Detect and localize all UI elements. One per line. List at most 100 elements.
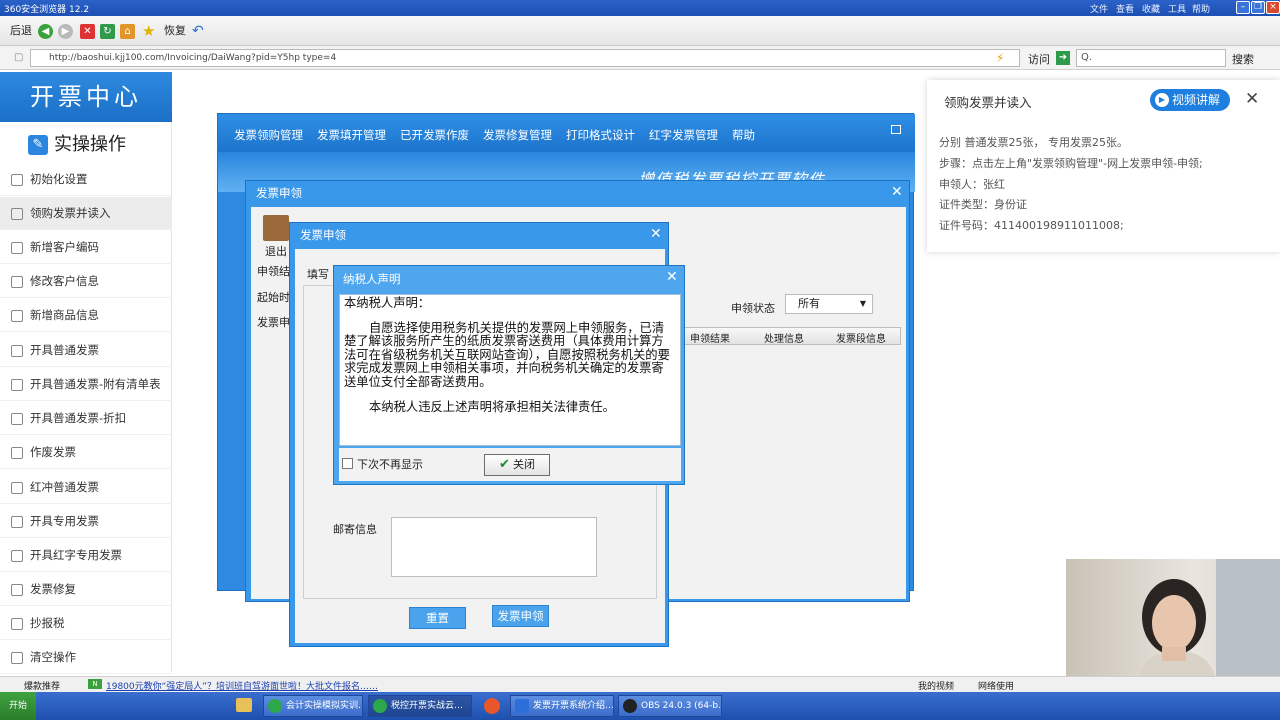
app-menu-fill[interactable]: 发票填开管理 bbox=[317, 127, 386, 143]
start-button[interactable]: 开始 bbox=[0, 692, 36, 720]
brand-title: 开票中心 bbox=[0, 72, 172, 122]
maximize-icon[interactable] bbox=[891, 125, 901, 134]
app-icon[interactable] bbox=[484, 698, 500, 714]
sidebar-item-purchase-invoices[interactable]: 领购发票并读入 bbox=[0, 197, 172, 230]
task-tax-control[interactable]: 税控开票实战云… bbox=[368, 695, 472, 717]
menu-view[interactable]: 查看 bbox=[1116, 2, 1134, 15]
sidebar-item-issue-red-special[interactable]: 开具红字专用发票 bbox=[0, 539, 172, 572]
back-label[interactable]: 后退 bbox=[10, 23, 32, 39]
sidebar-item-issue-special[interactable]: 开具专用发票 bbox=[0, 505, 172, 538]
visit-button[interactable]: 访问 bbox=[1028, 51, 1050, 67]
sidebar-item-label: 抄报税 bbox=[30, 616, 65, 630]
sidebar-item-new-customer[interactable]: 新增客户编码 bbox=[0, 231, 172, 264]
dont-show-label[interactable]: 下次不再显示 bbox=[357, 456, 423, 472]
sidebar-item-label: 清空操作 bbox=[30, 650, 76, 664]
menu-help[interactable]: 帮助 bbox=[1192, 2, 1210, 15]
app-menu-print[interactable]: 打印格式设计 bbox=[566, 127, 635, 143]
minimize-icon[interactable]: – bbox=[1236, 1, 1250, 14]
product-icon bbox=[11, 310, 23, 322]
word-icon bbox=[515, 699, 529, 713]
dont-show-checkbox[interactable] bbox=[342, 458, 353, 469]
sidebar: 开票中心 ✎ 实操操作 初始化设置 领购发票并读入 新增客户编码 修改客户信息 新… bbox=[0, 72, 172, 674]
page-icon: ▢ bbox=[14, 52, 24, 63]
task-label: 发票开票系统介绍… bbox=[533, 701, 614, 711]
exit-icon[interactable] bbox=[263, 215, 289, 241]
folder-icon[interactable] bbox=[236, 698, 252, 712]
panel-line-applicant: 申领人：张红 bbox=[939, 178, 1005, 191]
close-icon[interactable]: ✕ bbox=[666, 269, 678, 285]
presenter-silhouette bbox=[1136, 559, 1280, 693]
statusbar-recommend[interactable]: 爆款推荐 bbox=[24, 679, 60, 692]
refresh-icon[interactable]: ↻ bbox=[100, 23, 115, 39]
sidebar-item-clear[interactable]: 清空操作 bbox=[0, 641, 172, 674]
status-select[interactable]: 所有 ▼ bbox=[785, 294, 873, 314]
browser-titlebar: 360安全浏览器 12.2 文件 查看 收藏 工具 帮助 – ❐ × bbox=[0, 0, 1280, 16]
dialog-title: 发票申领 bbox=[300, 228, 346, 242]
stop-icon[interactable]: ✕ bbox=[80, 23, 95, 39]
sidebar-item-issue-normal[interactable]: 开具普通发票 bbox=[0, 334, 172, 367]
exit-label[interactable]: 退出 bbox=[265, 243, 287, 259]
search-input[interactable]: Q. bbox=[1076, 49, 1226, 67]
close-button[interactable]: ✔ 关闭 bbox=[484, 454, 550, 476]
sidebar-item-new-product[interactable]: 新增商品信息 bbox=[0, 299, 172, 332]
task-accounting[interactable]: 会计实操模拟实训… bbox=[263, 695, 363, 717]
reset-button[interactable]: 重置 bbox=[409, 607, 466, 629]
back-icon[interactable]: ◀ bbox=[38, 23, 53, 39]
app-menu-repair[interactable]: 发票修复管理 bbox=[483, 127, 552, 143]
menu-tools[interactable]: 工具 bbox=[1168, 2, 1186, 15]
sidebar-item-label: 开具红字专用发票 bbox=[30, 548, 122, 562]
taxpayer-statement-dialog: 纳税人声明 ✕ 本纳税人声明： 自愿选择使用税务机关提供的发票网上申领服务，已清… bbox=[333, 265, 685, 485]
app-menu-red[interactable]: 红字发票管理 bbox=[649, 127, 718, 143]
forward-icon[interactable]: ▶ bbox=[58, 23, 73, 39]
mail-info-label: 邮寄信息 bbox=[333, 523, 377, 536]
address-bar: ▢ http://baoshui.kjj100.com/Invoicing/Da… bbox=[0, 46, 1280, 70]
url-text: http://baoshui.kjj100.com/Invoicing/DaiW… bbox=[49, 53, 337, 63]
dialog-footer: 下次不再显示 ✔ 关闭 bbox=[339, 448, 681, 481]
statusbar-my-video[interactable]: 我的视频 bbox=[918, 679, 954, 692]
dialog-title: 发票申领 bbox=[256, 186, 302, 200]
sidebar-item-issue-normal-discount[interactable]: 开具普通发票-折扣 bbox=[0, 402, 172, 435]
app-menu-purchase[interactable]: 发票领购管理 bbox=[234, 127, 303, 143]
close-icon[interactable]: ✕ bbox=[891, 184, 903, 200]
close-icon[interactable]: ✕ bbox=[650, 226, 662, 242]
url-input[interactable]: http://baoshui.kjj100.com/Invoicing/DaiW… bbox=[30, 49, 1020, 67]
col-process: 处理信息 bbox=[764, 334, 804, 345]
sidebar-item-tax-report[interactable]: 抄报税 bbox=[0, 607, 172, 640]
restore-label[interactable]: 恢复 bbox=[164, 23, 186, 39]
menu-favorites[interactable]: 收藏 bbox=[1142, 2, 1160, 15]
list-icon bbox=[11, 379, 23, 391]
sidebar-item-invoice-repair[interactable]: 发票修复 bbox=[0, 573, 172, 606]
menu-file[interactable]: 文件 bbox=[1090, 2, 1108, 15]
sidebar-item-edit-customer[interactable]: 修改客户信息 bbox=[0, 265, 172, 298]
video-explain-button[interactable]: ▶ 视频讲解 bbox=[1150, 89, 1230, 111]
discount-icon bbox=[11, 413, 23, 425]
undo-icon[interactable]: ↶ bbox=[192, 23, 204, 39]
sidebar-item-void-invoice[interactable]: 作废发票 bbox=[0, 436, 172, 469]
search-button[interactable]: 搜索 bbox=[1232, 51, 1254, 67]
home-icon[interactable]: ⌂ bbox=[120, 23, 135, 39]
statusbar-news-link[interactable]: 19800元教你“强定局人”？培训班自驾游面世啦！大批文件报名…… bbox=[106, 679, 506, 692]
chevron-down-icon: ▼ bbox=[859, 299, 866, 308]
task-invoice-intro[interactable]: 发票开票系统介绍… bbox=[510, 695, 614, 717]
panel-line-quantity: 分别 普通发票25张， 专用发票25张。 bbox=[939, 136, 1128, 149]
sidebar-item-init-settings[interactable]: 初始化设置 bbox=[0, 163, 172, 196]
statusbar-network[interactable]: 网络使用 bbox=[978, 679, 1014, 692]
submit-apply-button[interactable]: 发票申领 bbox=[492, 605, 549, 627]
task-obs[interactable]: OBS 24.0.3 (64-b… bbox=[618, 695, 722, 717]
app-menubar: 发票领购管理 发票填开管理 已开发票作废 发票修复管理 打印格式设计 红字发票管… bbox=[218, 114, 915, 152]
restore-icon[interactable]: ❐ bbox=[1251, 1, 1265, 14]
sidebar-item-label: 新增客户编码 bbox=[30, 240, 99, 254]
invoice-apply-label: 发票申 bbox=[257, 316, 290, 329]
close-icon[interactable]: × bbox=[1266, 1, 1280, 14]
speed-icon[interactable]: ⚡ bbox=[996, 51, 1004, 65]
repair-icon bbox=[11, 584, 23, 596]
close-icon[interactable]: ✕ bbox=[1245, 89, 1259, 109]
favorite-star-icon[interactable]: ★ bbox=[142, 23, 155, 39]
go-arrow-icon[interactable]: ➜ bbox=[1056, 51, 1070, 65]
app-menu-void[interactable]: 已开发票作废 bbox=[400, 127, 469, 143]
sidebar-item-red-reverse[interactable]: 红冲普通发票 bbox=[0, 471, 172, 504]
sidebar-item-issue-normal-list[interactable]: 开具普通发票-附有清单表 bbox=[0, 368, 172, 401]
mail-info-textarea[interactable] bbox=[391, 517, 597, 577]
app-menu-help[interactable]: 帮助 bbox=[732, 127, 755, 143]
close-button-label: 关闭 bbox=[512, 458, 535, 471]
